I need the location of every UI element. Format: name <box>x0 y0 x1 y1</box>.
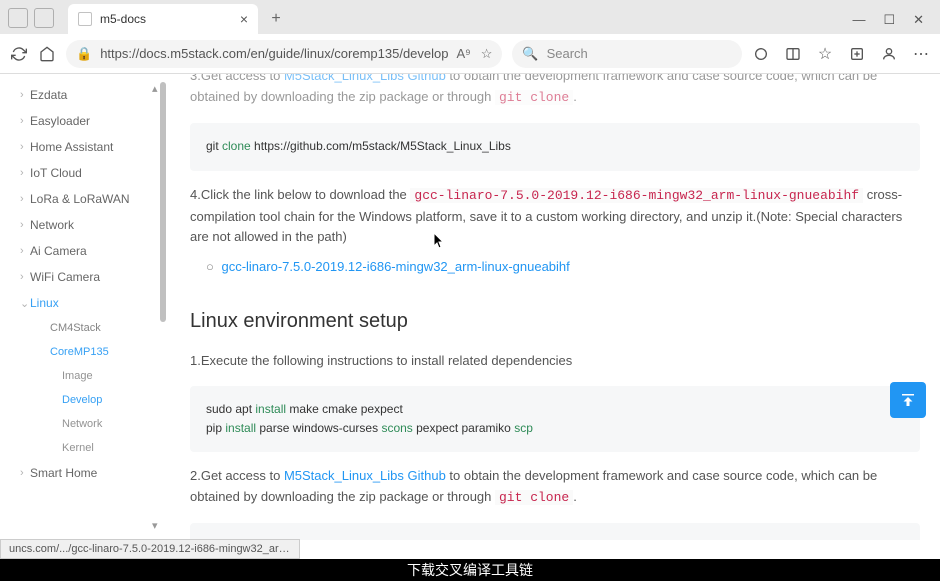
url-text: https://docs.m5stack.com/en/guide/linux/… <box>100 46 448 61</box>
more-icon[interactable]: ⋯ <box>912 45 930 63</box>
sidebar-item-image[interactable]: Image <box>0 364 170 388</box>
browser-tab[interactable]: m5-docs × <box>68 4 258 34</box>
sidebar-item-iotcloud[interactable]: IoT Cloud <box>0 160 170 186</box>
sidebar-scroll-down-icon[interactable]: ▾ <box>152 519 158 532</box>
home-icon[interactable] <box>38 45 56 63</box>
scroll-to-top-button[interactable] <box>890 382 926 418</box>
github-link[interactable]: M5Stack_Linux_Libs Github <box>284 74 446 83</box>
sidebar-item-lora[interactable]: LoRa & LoRaWAN <box>0 186 170 212</box>
close-tab-icon[interactable]: × <box>240 11 248 27</box>
sidebar-item-coremp135[interactable]: CoreMP135 <box>0 340 170 364</box>
maximize-icon[interactable]: ☐ <box>883 12 895 28</box>
favorites-icon[interactable]: ☆ <box>816 45 834 63</box>
sidebar-item-cm4stack[interactable]: CM4Stack <box>0 316 170 340</box>
favorite-icon[interactable]: ☆ <box>481 46 493 62</box>
search-icon: 🔍 <box>522 46 538 62</box>
search-box[interactable]: 🔍 Search <box>512 40 742 68</box>
titlebar: m5-docs × + — ☐ ✕ <box>0 0 940 34</box>
sidebar-item-linux[interactable]: Linux <box>0 290 170 316</box>
sidebar-item-network2[interactable]: Network <box>0 412 170 436</box>
paragraph-linux-step2: 2.Get access to M5Stack_Linux_Libs Githu… <box>190 466 920 509</box>
doc-sidebar: ▴ Ezdata Easyloader Home Assistant IoT C… <box>0 74 170 540</box>
sidebar-item-ezdata[interactable]: Ezdata <box>0 82 170 108</box>
github-link-2[interactable]: M5Stack_Linux_Libs Github <box>284 468 446 483</box>
sidebar-item-smarthome[interactable]: Smart Home <box>0 460 170 486</box>
download-link-gcc-win[interactable]: gcc-linaro-7.5.0-2019.12-i686-mingw32_ar… <box>206 254 920 281</box>
sidebar-item-develop[interactable]: Develop <box>0 388 170 412</box>
collections-icon[interactable] <box>848 45 866 63</box>
heading-linux-setup: Linux environment setup <box>190 305 920 337</box>
workspace-icon[interactable] <box>8 8 28 28</box>
sidebar-item-wificamera[interactable]: WiFi Camera <box>0 264 170 290</box>
extensions-icon[interactable] <box>752 45 770 63</box>
sidebar-toggle-icon[interactable] <box>34 8 54 28</box>
paragraph-step3: 3.Get access to M5Stack_Linux_Libs Githu… <box>190 74 920 109</box>
sidebar-item-aicamera[interactable]: Ai Camera <box>0 238 170 264</box>
read-aloud-icon[interactable]: A⁹ <box>457 46 471 61</box>
code-block-install-deps: sudo apt install make cmake pexpect pip … <box>190 386 920 452</box>
split-screen-icon[interactable] <box>784 45 802 63</box>
sidebar-item-homeassistant[interactable]: Home Assistant <box>0 134 170 160</box>
minimize-icon[interactable]: — <box>852 12 865 28</box>
profile-icon[interactable] <box>880 45 898 63</box>
code-block-gitclone-1: git clone https://github.com/m5stack/M5S… <box>190 123 920 171</box>
code-block-gitclone-2: git clone https://github.com/m5stack/M5S… <box>190 523 920 540</box>
sidebar-item-easyloader[interactable]: Easyloader <box>0 108 170 134</box>
tab-favicon-icon <box>78 12 92 26</box>
refresh-icon[interactable] <box>10 45 28 63</box>
main-content: 3.Get access to M5Stack_Linux_Libs Githu… <box>170 74 940 540</box>
tab-title: m5-docs <box>100 12 232 26</box>
status-bar: uncs.com/.../gcc-linaro-7.5.0-2019.12-i6… <box>0 539 300 559</box>
paragraph-step4: 4.Click the link below to download the g… <box>190 185 920 248</box>
address-bar: 🔒 https://docs.m5stack.com/en/guide/linu… <box>0 34 940 74</box>
paragraph-linux-step1: 1.Execute the following instructions to … <box>190 351 920 372</box>
sidebar-item-network[interactable]: Network <box>0 212 170 238</box>
url-box[interactable]: 🔒 https://docs.m5stack.com/en/guide/linu… <box>66 40 502 68</box>
close-window-icon[interactable]: ✕ <box>913 12 924 28</box>
sidebar-item-kernel[interactable]: Kernel <box>0 436 170 460</box>
video-subtitle: 下载交叉编译工具链 <box>0 559 940 581</box>
search-placeholder: Search <box>547 46 588 61</box>
new-tab-button[interactable]: + <box>264 7 288 31</box>
lock-icon: 🔒 <box>76 46 92 62</box>
